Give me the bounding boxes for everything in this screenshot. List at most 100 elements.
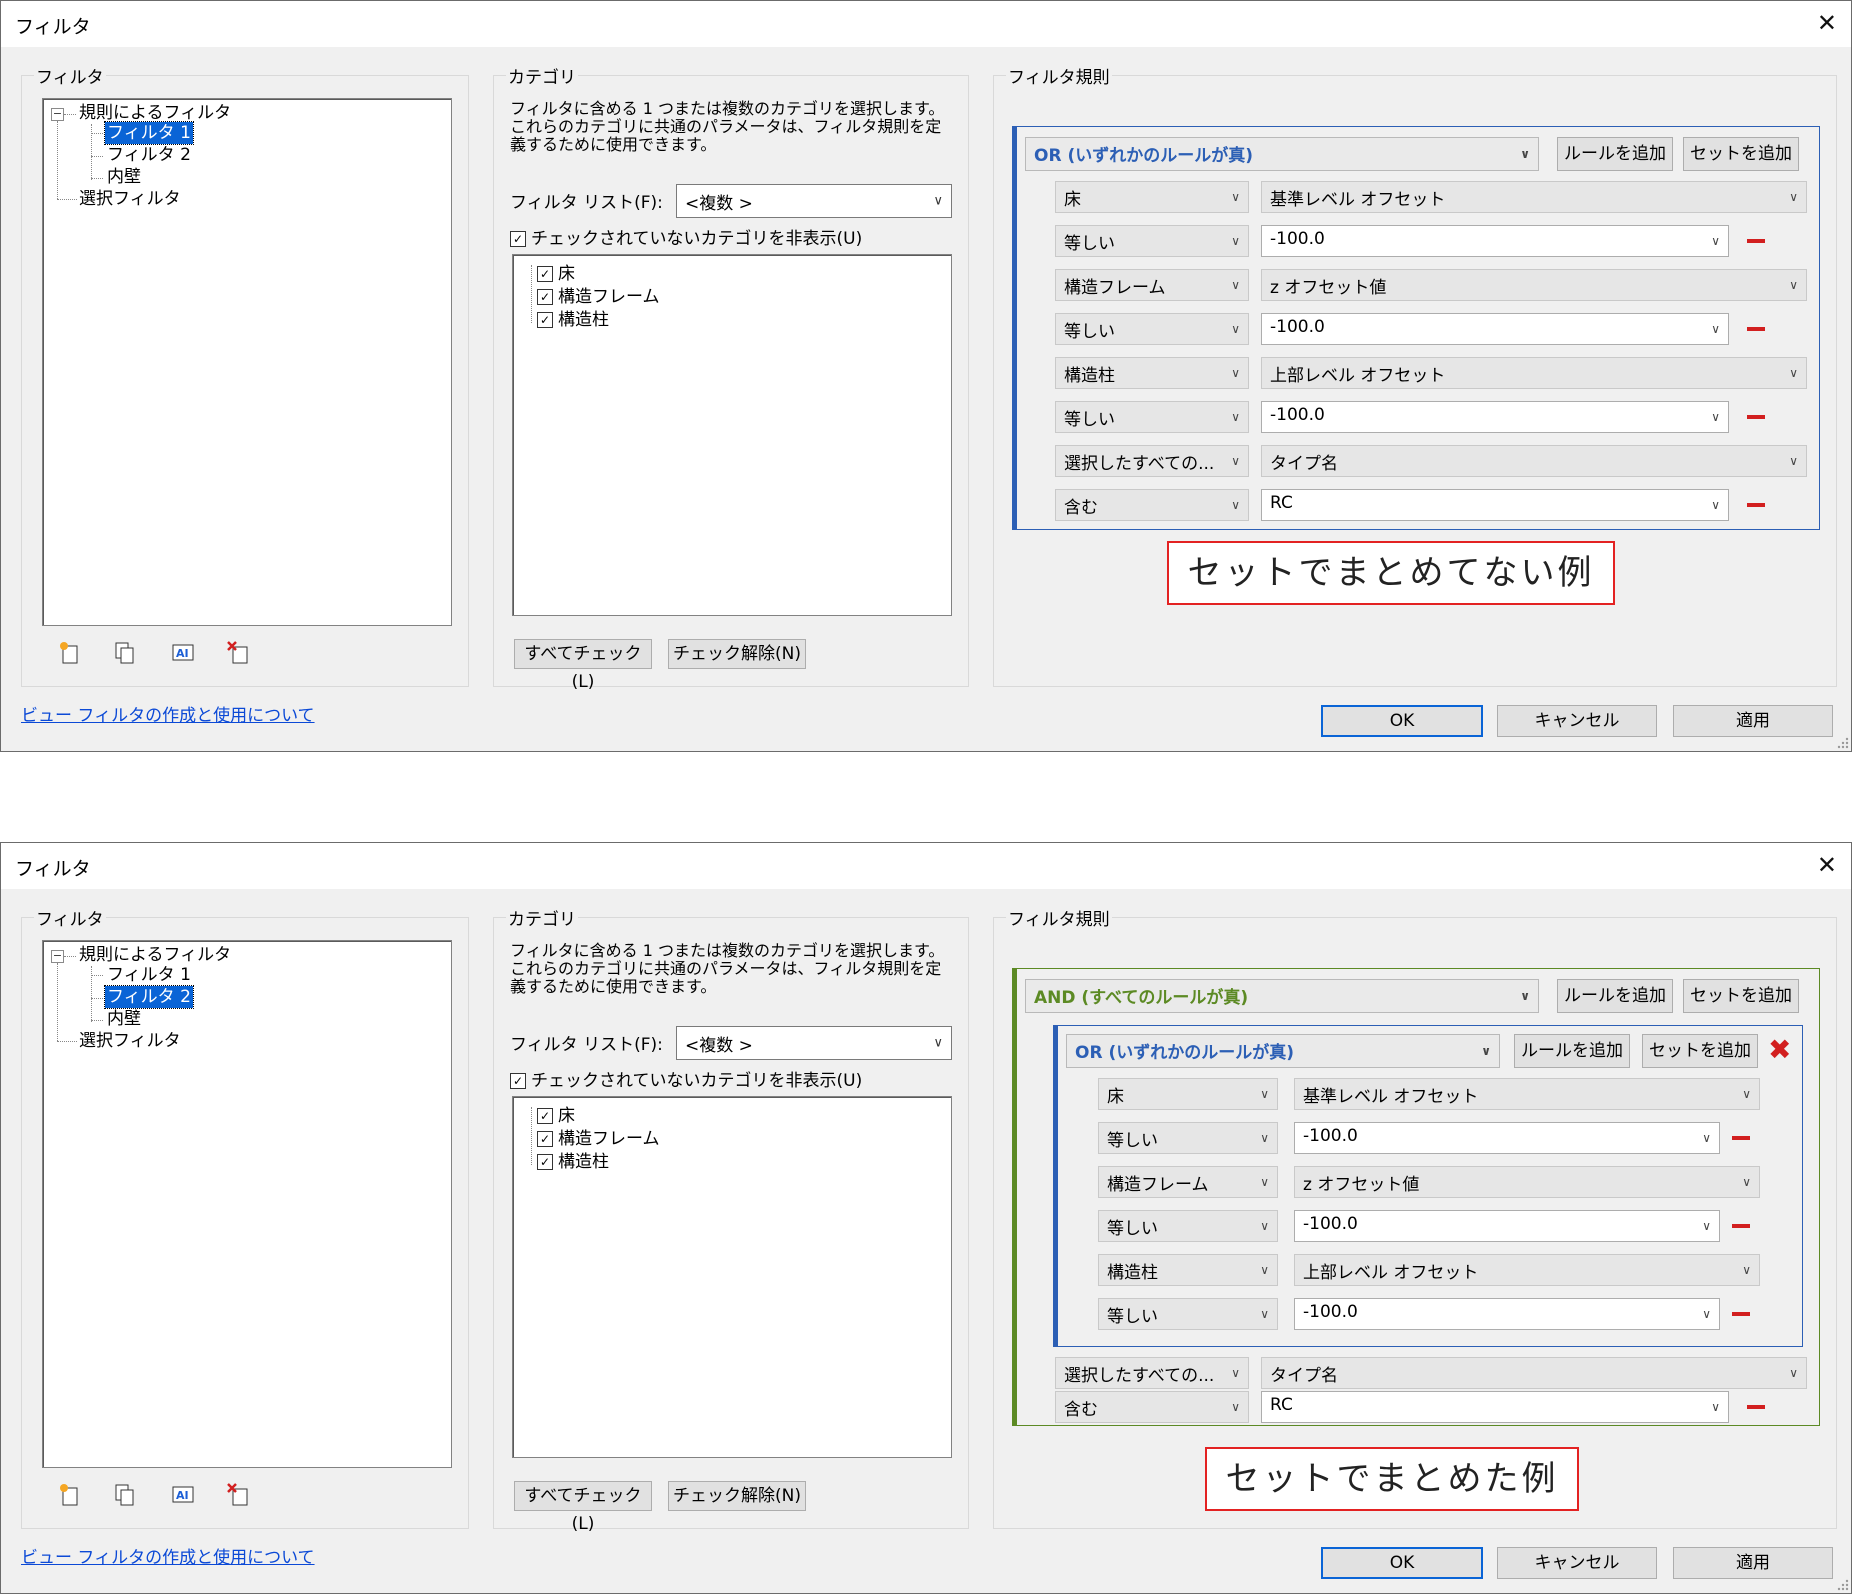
uncheck-all-button[interactable]: チェック解除(N) xyxy=(668,639,806,669)
cancel-button[interactable]: キャンセル xyxy=(1497,705,1657,737)
remove-rule-icon[interactable] xyxy=(1732,1312,1750,1316)
ok-button[interactable]: OK xyxy=(1321,1547,1483,1579)
rule-parameter-dropdown[interactable]: z オフセット値 ∨ xyxy=(1261,269,1807,301)
rule-category-dropdown[interactable]: 床 ∨ xyxy=(1098,1078,1278,1110)
rule-operator-dropdown[interactable]: 等しい ∨ xyxy=(1055,225,1249,257)
add-rule-button[interactable]: ルールを追加 xyxy=(1557,137,1673,171)
collapse-icon[interactable]: − xyxy=(51,950,64,963)
apply-button[interactable]: 適用 xyxy=(1673,705,1833,737)
rule-value-input[interactable]: RC ∨ xyxy=(1261,489,1729,521)
rule-parameter-dropdown[interactable]: 基準レベル オフセット ∨ xyxy=(1261,181,1807,213)
resize-grip-icon[interactable] xyxy=(1835,1577,1849,1591)
rule-operator-dropdown[interactable]: 等しい ∨ xyxy=(1098,1210,1278,1242)
duplicate-filter-icon[interactable] xyxy=(112,640,138,666)
rule-operator-dropdown[interactable]: 等しい ∨ xyxy=(1098,1298,1278,1330)
rule-category-dropdown[interactable]: 選択したすべての... ∨ xyxy=(1055,1357,1249,1389)
rule-operator-dropdown[interactable]: 含む ∨ xyxy=(1055,489,1249,521)
category-item[interactable]: ✓ 構造柱 xyxy=(537,1147,609,1172)
tree-item-filter-2[interactable]: フィルタ 2 xyxy=(104,985,194,1009)
rule-value-input[interactable]: -100.0 ∨ xyxy=(1261,401,1729,433)
collapse-icon[interactable]: − xyxy=(51,108,64,121)
tree-item-inner-wall[interactable]: 内壁 xyxy=(107,1008,141,1030)
inner-set-logic-dropdown[interactable]: OR (いずれかのルールが真) ∨ xyxy=(1066,1034,1500,1068)
rule-operator-dropdown[interactable]: 等しい ∨ xyxy=(1098,1122,1278,1154)
rule-value-input[interactable]: -100.0 ∨ xyxy=(1261,225,1729,257)
hide-unchecked-checkbox[interactable]: ✓ チェックされていないカテゴリを非表示(U) xyxy=(510,1066,862,1091)
tree-selection-filters[interactable]: 選択フィルタ xyxy=(79,188,181,210)
uncheck-all-button[interactable]: チェック解除(N) xyxy=(668,1481,806,1511)
remove-rule-icon[interactable] xyxy=(1732,1224,1750,1228)
tree-item-inner-wall[interactable]: 内壁 xyxy=(107,166,141,188)
rule-set-logic-dropdown[interactable]: AND (すべてのルールが真) ∨ xyxy=(1025,979,1539,1013)
filter-tree[interactable]: − 規則によるフィルタ フィルタ 1 フィルタ 2 内壁 選択フィルタ xyxy=(42,940,452,1468)
inner-add-set-button[interactable]: セットを追加 xyxy=(1642,1034,1758,1068)
cancel-button[interactable]: キャンセル xyxy=(1497,1547,1657,1579)
rule-value-input[interactable]: RC ∨ xyxy=(1261,1391,1729,1423)
rule-category-dropdown[interactable]: 構造柱 ∨ xyxy=(1098,1254,1278,1286)
remove-rule-icon[interactable] xyxy=(1747,327,1765,331)
category-item[interactable]: ✓ 構造柱 xyxy=(537,305,609,330)
inner-add-rule-button[interactable]: ルールを追加 xyxy=(1514,1034,1630,1068)
resize-grip-icon[interactable] xyxy=(1835,735,1849,749)
ok-button[interactable]: OK xyxy=(1321,705,1483,737)
remove-rule-icon[interactable] xyxy=(1747,239,1765,243)
remove-rule-icon[interactable] xyxy=(1747,415,1765,419)
rule-value-input[interactable]: -100.0 ∨ xyxy=(1294,1210,1720,1242)
filter-list-dropdown[interactable]: <複数 > ∨ xyxy=(676,1026,952,1060)
tree-root-rule-filters[interactable]: 規則によるフィルタ xyxy=(79,944,231,966)
new-filter-icon[interactable] xyxy=(56,1482,82,1508)
remove-rule-icon[interactable] xyxy=(1747,1405,1765,1409)
add-rule-button[interactable]: ルールを追加 xyxy=(1557,979,1673,1013)
category-item[interactable]: ✓ 構造フレーム xyxy=(537,282,660,307)
rule-parameter-dropdown[interactable]: タイプ名 ∨ xyxy=(1261,1357,1807,1389)
rule-value-input[interactable]: -100.0 ∨ xyxy=(1294,1298,1720,1330)
add-set-button[interactable]: セットを追加 xyxy=(1683,979,1799,1013)
filter-tree[interactable]: − 規則によるフィルタ フィルタ 1 フィルタ 2 内壁 選択フィルタ xyxy=(42,98,452,626)
category-list[interactable]: ✓ 床 ✓ 構造フレーム ✓ 構造柱 xyxy=(512,1096,952,1458)
category-item[interactable]: ✓ 床 xyxy=(537,259,575,284)
tree-item-filter-2[interactable]: フィルタ 2 xyxy=(107,144,191,166)
duplicate-filter-icon[interactable] xyxy=(112,1482,138,1508)
tree-root-rule-filters[interactable]: 規則によるフィルタ xyxy=(79,102,231,124)
hide-unchecked-checkbox[interactable]: ✓ チェックされていないカテゴリを非表示(U) xyxy=(510,224,862,249)
rule-set-logic-dropdown[interactable]: OR (いずれかのルールが真) ∨ xyxy=(1025,137,1539,171)
rule-category-dropdown[interactable]: 構造フレーム ∨ xyxy=(1055,269,1249,301)
close-icon[interactable]: ✕ xyxy=(1817,851,1837,879)
remove-rule-icon[interactable] xyxy=(1732,1136,1750,1140)
rule-value-input[interactable]: -100.0 ∨ xyxy=(1294,1122,1720,1154)
new-filter-icon[interactable] xyxy=(56,640,82,666)
rule-value-input[interactable]: -100.0 ∨ xyxy=(1261,313,1729,345)
remove-rule-icon[interactable] xyxy=(1747,503,1765,507)
rule-parameter-dropdown[interactable]: 基準レベル オフセット ∨ xyxy=(1294,1078,1760,1110)
category-item[interactable]: ✓ 構造フレーム xyxy=(537,1124,660,1149)
rule-category-dropdown[interactable]: 構造フレーム ∨ xyxy=(1098,1166,1278,1198)
rename-filter-icon[interactable]: AI xyxy=(170,640,196,666)
delete-filter-icon[interactable] xyxy=(226,640,252,666)
rule-category-dropdown[interactable]: 構造柱 ∨ xyxy=(1055,357,1249,389)
filter-list-dropdown[interactable]: <複数 > ∨ xyxy=(676,184,952,218)
delete-filter-icon[interactable] xyxy=(226,1482,252,1508)
tree-item-filter-1[interactable]: フィルタ 1 xyxy=(107,964,191,986)
help-link[interactable]: ビュー フィルタの作成と使用について xyxy=(21,1543,315,1568)
rule-parameter-dropdown[interactable]: タイプ名 ∨ xyxy=(1261,445,1807,477)
rule-operator-dropdown[interactable]: 含む ∨ xyxy=(1055,1391,1249,1423)
help-link[interactable]: ビュー フィルタの作成と使用について xyxy=(21,701,315,726)
check-all-button[interactable]: すべてチェック(L) xyxy=(514,639,652,692)
rename-filter-icon[interactable]: AI xyxy=(170,1482,196,1508)
apply-button[interactable]: 適用 xyxy=(1673,1547,1833,1579)
category-list[interactable]: ✓ 床 ✓ 構造フレーム ✓ 構造柱 xyxy=(512,254,952,616)
tree-selection-filters[interactable]: 選択フィルタ xyxy=(79,1030,181,1052)
category-item[interactable]: ✓ 床 xyxy=(537,1101,575,1126)
rule-parameter-dropdown[interactable]: 上部レベル オフセット ∨ xyxy=(1294,1254,1760,1286)
rule-parameter-dropdown[interactable]: z オフセット値 ∨ xyxy=(1294,1166,1760,1198)
rule-category-dropdown[interactable]: 選択したすべての... ∨ xyxy=(1055,445,1249,477)
check-all-button[interactable]: すべてチェック(L) xyxy=(514,1481,652,1534)
add-set-button[interactable]: セットを追加 xyxy=(1683,137,1799,171)
delete-set-icon[interactable]: ✖ xyxy=(1768,1036,1791,1064)
close-icon[interactable]: ✕ xyxy=(1817,9,1837,37)
rule-operator-dropdown[interactable]: 等しい ∨ xyxy=(1055,401,1249,433)
rule-parameter-dropdown[interactable]: 上部レベル オフセット ∨ xyxy=(1261,357,1807,389)
rule-operator-dropdown[interactable]: 等しい ∨ xyxy=(1055,313,1249,345)
tree-item-filter-1[interactable]: フィルタ 1 xyxy=(104,121,194,145)
rule-category-dropdown[interactable]: 床 ∨ xyxy=(1055,181,1249,213)
